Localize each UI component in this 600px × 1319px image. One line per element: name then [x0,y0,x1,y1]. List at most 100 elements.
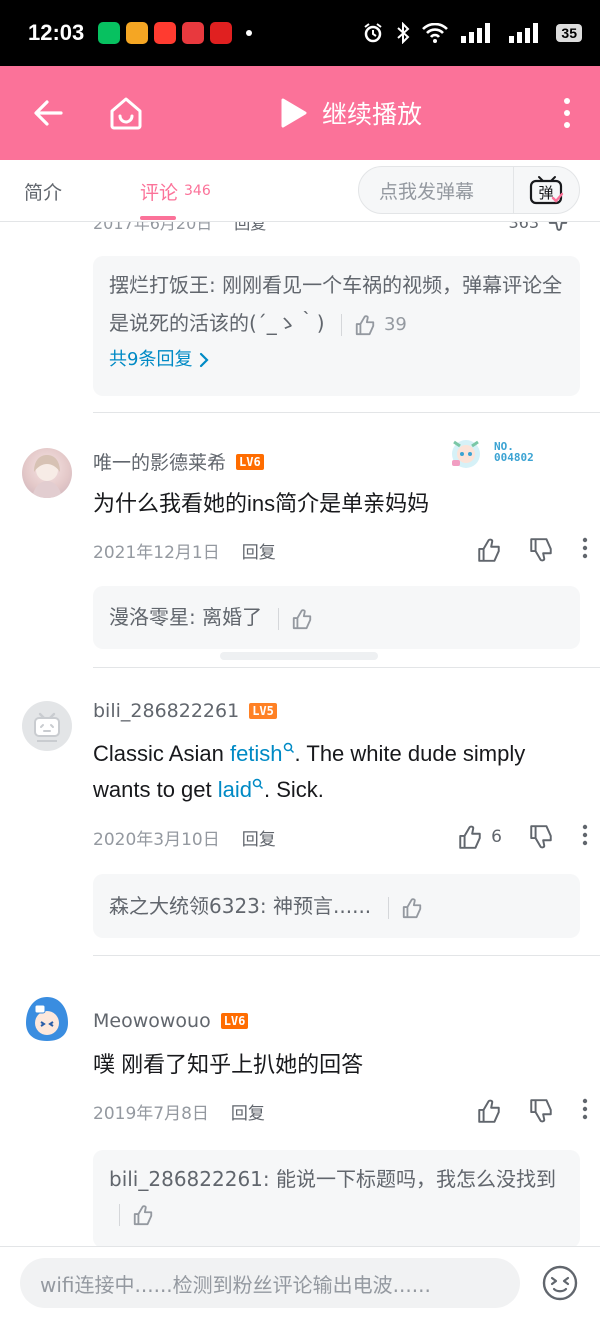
comment-text: 噗 刚看了知乎上扒她的回答 [93,1052,364,1077]
divider [93,412,600,413]
username[interactable]: 唯一的影德莱希 [93,448,226,475]
sub-reply-text: 神预言...... [273,894,372,918]
divider [93,955,600,956]
sub-reply-block[interactable]: 森之大统领6323: 神预言...... [93,874,580,938]
tab-comments[interactable]: 评论 346 [140,160,211,222]
search-keyword-link[interactable]: laid [218,777,264,802]
blurred-text [220,652,378,660]
reply-button[interactable]: 回复 [242,538,276,563]
dislike-icon [530,825,552,849]
comment-more-button[interactable] [582,537,588,564]
user-avatar[interactable] [22,993,72,1043]
danmu-placeholder: 点我发弹幕 [379,180,475,203]
comment-date: 2017年6月20日 [93,222,213,233]
comment-more-button[interactable] [582,824,588,851]
reply-button[interactable]: 回复 [242,825,276,850]
sub-reply-author[interactable]: 漫洛零星 [109,605,189,629]
view-more-replies-label: 共9条回复 [109,349,193,370]
reply-button[interactable]: 回复 [231,1099,265,1124]
sub-reply-text: 能说一下标题吗，我怎么没找到 [276,1167,556,1191]
search-keyword-link[interactable]: fetish [230,741,295,766]
dislike-button[interactable] [528,537,554,563]
dislike-icon[interactable] [547,222,569,233]
comment-input[interactable]: wifi连接中......检测到粉丝评论输出电波...... [20,1258,520,1308]
sub-reply-like-button[interactable] [278,607,313,630]
author-colon: : [209,273,223,297]
comment-header: 唯一的影德莱希 LV6 [93,448,264,475]
comment-header: Meowowouo LV6 [93,1010,249,1032]
sub-reply-block[interactable]: 漫洛零星: 离婚了 [93,586,580,649]
user-avatar[interactable] [22,701,72,751]
video-header: 继续播放 [0,66,600,160]
battery-level: 35 [556,24,582,42]
like-icon [478,1099,500,1123]
sub-reply[interactable]: 摆烂打饭王: 刚刚看见一个车祸的视频，弹幕评论全是说死的活该的(´_ゝ｀) 39 [109,266,564,342]
tab-intro-label: 简介 [24,181,63,204]
dislike-button[interactable] [528,824,554,850]
sub-reply-block[interactable]: bili_286822261: 能说一下标题吗，我怎么没找到 [93,1150,580,1246]
comment-list[interactable]: 2017年6月20日 回复 363 摆烂打饭王: 刚刚看见一个车祸的视频，弹幕评… [0,222,600,1246]
tab-comments-label: 评论 [140,181,179,204]
comment-text: Classic Asian fetish. The white dude sim… [93,736,573,808]
author-colon: : [262,1167,276,1191]
notification-app-icon [154,22,177,44]
keyword-text: fetish [229,741,283,766]
sub-reply-like-button[interactable]: 39 [340,313,407,336]
more-button[interactable] [552,66,582,160]
comment-meta: 2019年7月8日 回复 [93,1096,588,1126]
alarm-icon [364,23,383,43]
author-colon: : [189,605,203,629]
sub-reply-like-button[interactable] [119,1203,154,1226]
back-button[interactable] [28,66,68,160]
avatar-image [26,997,68,1041]
comment-text-part: . Sick. [264,777,324,802]
comment-meta: 2020年3月10日 回复 6 [93,822,588,852]
sub-reply-like-button[interactable] [387,896,423,919]
sub-reply-author[interactable]: bili_286822261 [109,1167,263,1191]
username[interactable]: bili_286822261 [93,700,239,722]
like-button[interactable] [476,1098,502,1124]
emoji-button[interactable] [541,1264,579,1302]
default-avatar-icon [34,712,60,742]
danmu-toggle-button[interactable]: 弹 [514,174,579,206]
home-button[interactable] [104,66,148,160]
comment-more-button[interactable] [582,1098,588,1125]
sub-reply[interactable]: 漫洛零星: 离婚了 [109,599,564,635]
danmu-tv-icon: 弹 [529,176,563,205]
more-vertical-icon [582,824,588,845]
view-more-replies-link[interactable]: 共9条回复 [109,342,564,378]
username[interactable]: Meowowouo [93,1010,211,1032]
tab-intro[interactable]: 简介 [24,160,62,222]
sub-reply-block[interactable]: 摆烂打饭王: 刚刚看见一个车祸的视频，弹幕评论全是说死的活该的(´_ゝ｀) 39… [93,256,580,396]
fan-badge-number: NO. 004802 [494,440,534,464]
like-button[interactable]: 6 [457,824,502,850]
sub-reply-like-count: 39 [383,313,407,335]
like-icon [355,314,375,335]
sub-reply-author[interactable]: 森之大统领6323 [109,894,260,918]
like-button[interactable] [476,537,502,563]
comment-input-placeholder: wifi连接中......检测到粉丝评论输出电波...... [40,1272,431,1297]
user-avatar[interactable] [22,448,72,498]
like-icon [478,538,500,562]
active-tab-indicator [140,216,176,220]
sub-reply[interactable]: 森之大统领6323: 神预言...... [109,888,564,924]
avatar-image [32,455,62,498]
more-notifications-dot [246,30,253,36]
like-icon [459,825,481,849]
dislike-button[interactable] [528,1098,554,1124]
sub-reply-author[interactable]: 摆烂打饭王 [109,273,209,297]
comment-date: 2019年7月8日 [93,1103,209,1124]
comment-meta: 2021年12月1日 回复 [93,535,588,565]
fan-badge[interactable]: NO. 004802 [446,430,556,474]
sub-reply[interactable]: bili_286822261: 能说一下标题吗，我怎么没找到 [109,1162,564,1230]
reply-button[interactable]: 回复 [234,222,266,234]
continue-play-button[interactable]: 继续播放 [280,66,422,160]
comment-header: bili_286822261 LV5 [93,700,277,722]
comment-text-part: Classic Asian [93,741,230,766]
author-colon: : [259,894,274,918]
more-vertical-icon [582,537,588,558]
bluetooth-icon [397,22,410,44]
like-icon [133,1204,153,1225]
wechat-icon [98,22,121,44]
danmu-input-pill[interactable]: 点我发弹幕 弹 [358,166,580,214]
